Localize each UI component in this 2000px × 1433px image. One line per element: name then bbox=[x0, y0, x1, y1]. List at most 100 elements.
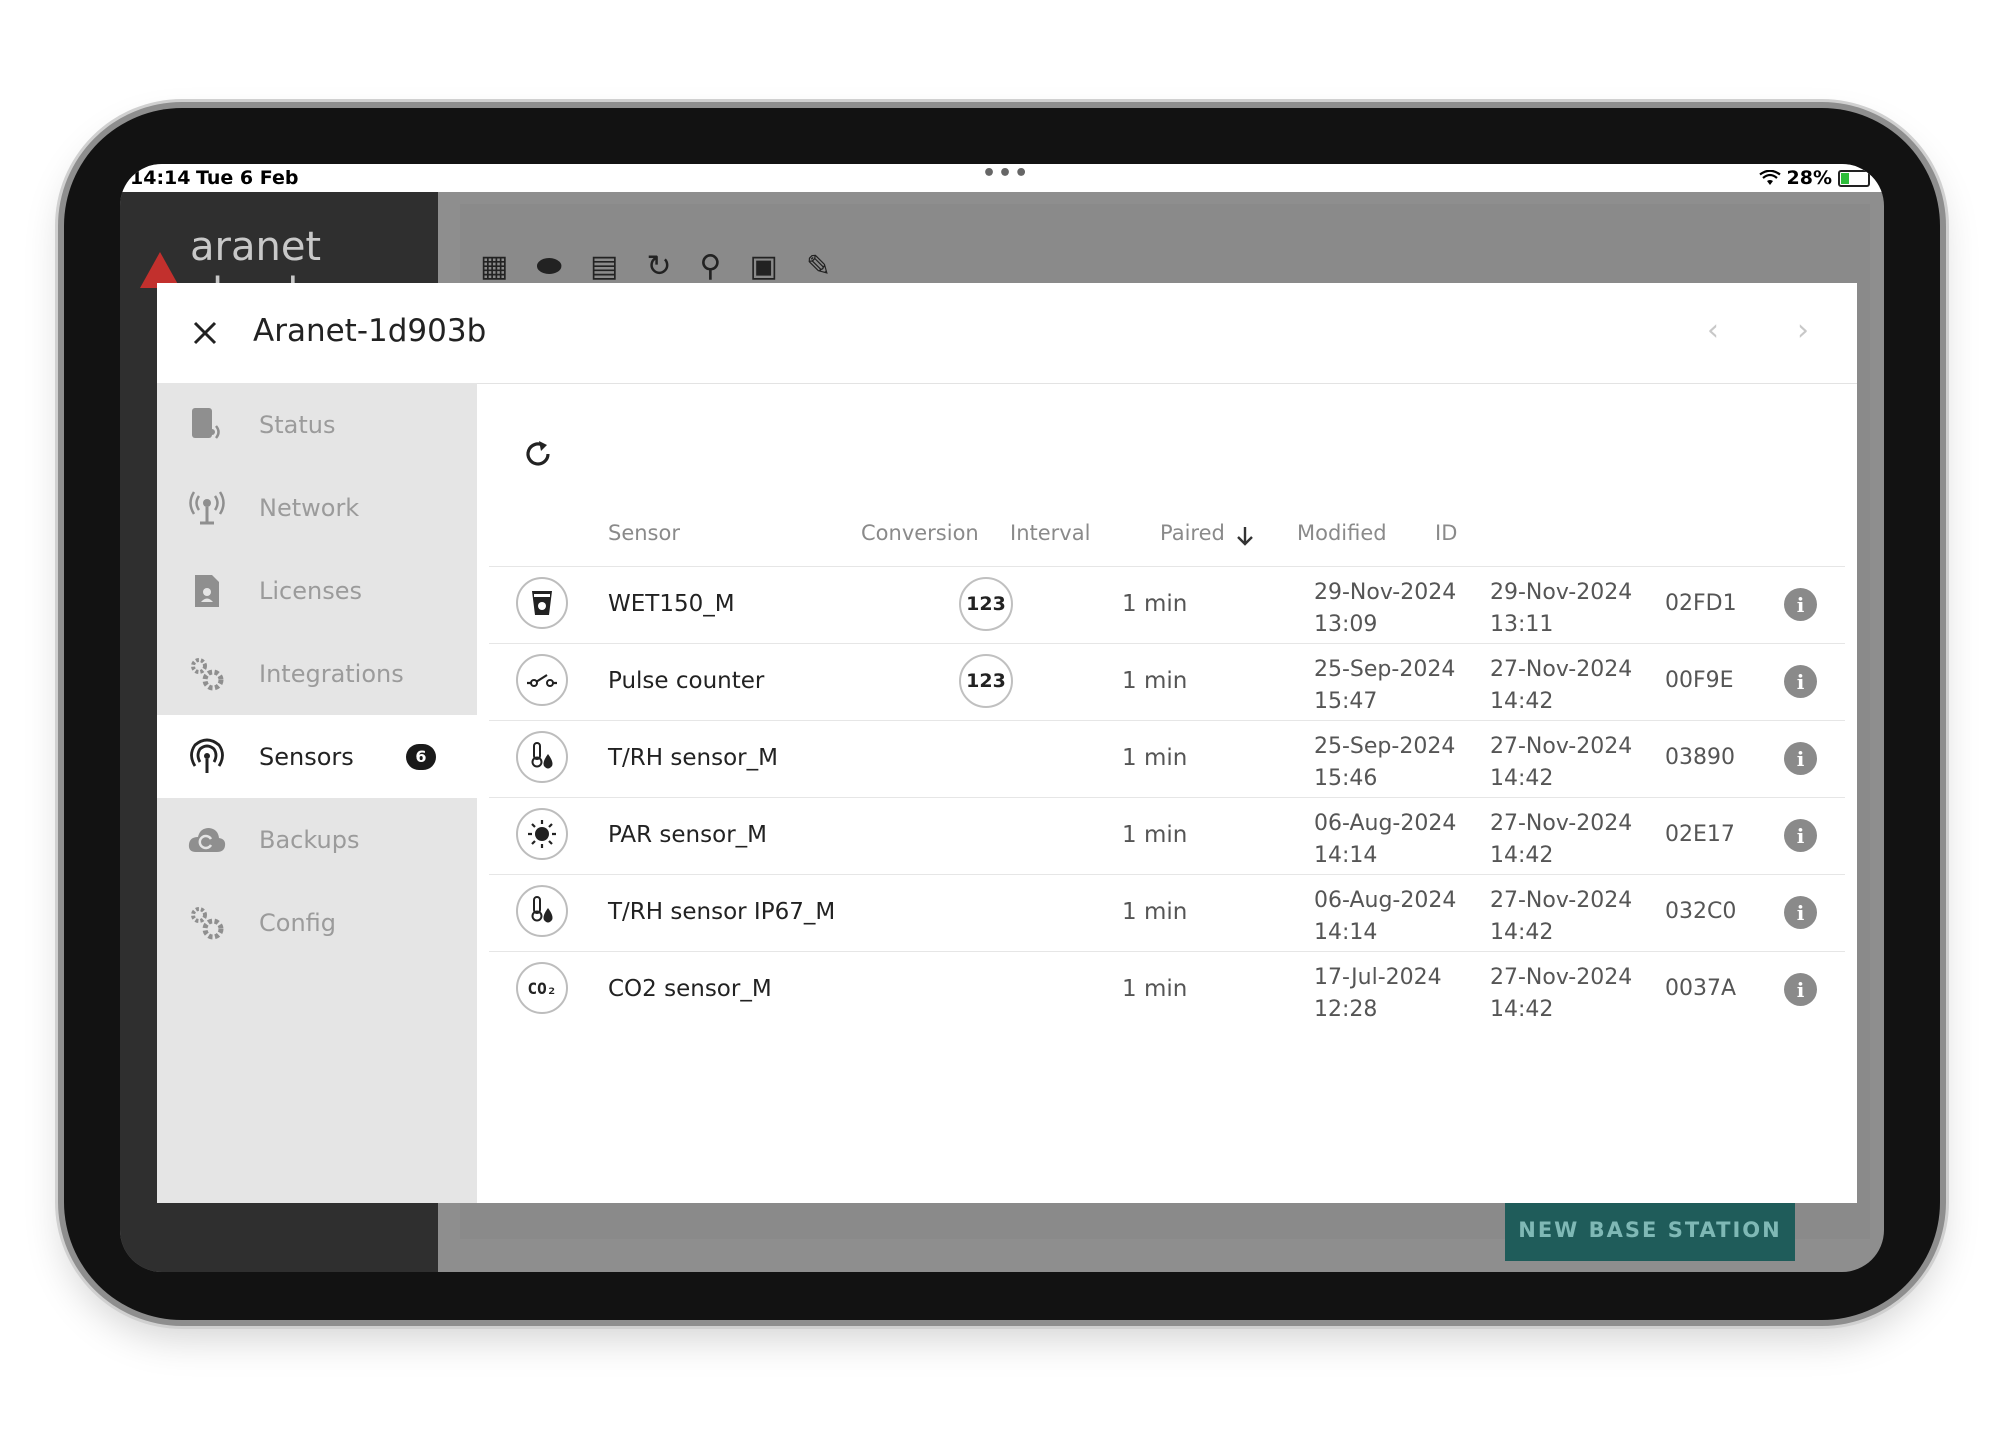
network-icon bbox=[187, 488, 227, 528]
sidebar-item-config[interactable]: Config bbox=[157, 881, 477, 964]
grid-icon[interactable]: ▤ bbox=[590, 249, 618, 284]
battery-fill bbox=[1841, 172, 1849, 184]
close-icon[interactable] bbox=[187, 315, 223, 351]
interval-value: 1 min bbox=[1122, 745, 1188, 771]
arrow-down-icon bbox=[1237, 527, 1253, 546]
status-icon bbox=[187, 405, 227, 445]
sidebar-item-status[interactable]: Status bbox=[157, 383, 477, 466]
table-row[interactable]: WET150_M 123 1 min 29-Nov-2024 13:09 29-N… bbox=[489, 566, 1845, 644]
info-icon[interactable]: i bbox=[1784, 665, 1817, 698]
paired-date-day: 17-Jul-2024 bbox=[1314, 965, 1442, 990]
sensor-name: T/RH sensor_M bbox=[608, 745, 778, 771]
modified-date: 27-Nov-2024 14:42 bbox=[1490, 808, 1632, 872]
view-toggle-icon[interactable]: ⬬ bbox=[536, 249, 562, 284]
table-row[interactable]: PAR sensor_M 1 min 06-Aug-2024 14:14 27-N… bbox=[489, 797, 1845, 875]
table-row[interactable]: CO₂ CO2 sensor_M 1 min 17-Jul-2024 12:28 … bbox=[489, 951, 1845, 1029]
modified-date-day: 27-Nov-2024 bbox=[1490, 734, 1633, 759]
sun-par-icon bbox=[516, 808, 568, 860]
modified-date-day: 27-Nov-2024 bbox=[1490, 811, 1633, 836]
sidebar-item-integrations[interactable]: Integrations bbox=[157, 632, 477, 715]
tablet-screen: 14:14 Tue 6 Feb ••• 28% aranet cloud ▦ ⬬… bbox=[120, 164, 1884, 1272]
modified-date-day: 27-Nov-2024 bbox=[1490, 657, 1633, 682]
sensor-id: 0037A bbox=[1665, 976, 1737, 1001]
modified-date-time: 14:42 bbox=[1490, 843, 1554, 868]
sidebar-item-network[interactable]: Network bbox=[157, 466, 477, 549]
modified-date: 27-Nov-2024 14:42 bbox=[1490, 885, 1632, 949]
paired-date: 06-Aug-2024 14:14 bbox=[1314, 885, 1456, 949]
info-icon[interactable]: i bbox=[1784, 588, 1817, 621]
modified-date-time: 14:42 bbox=[1490, 997, 1554, 1022]
status-time: 14:14 bbox=[130, 167, 191, 189]
sidebar-item-backups[interactable]: Backups bbox=[157, 798, 477, 881]
sidebar-item-label: Config bbox=[259, 908, 337, 937]
paired-date-day: 25-Sep-2024 bbox=[1314, 657, 1456, 682]
modified-date-time: 14:42 bbox=[1490, 920, 1554, 945]
sidebar-item-licenses[interactable]: Licenses bbox=[157, 549, 477, 632]
chevron-right-icon[interactable]: › bbox=[1797, 313, 1809, 348]
sidebar-item-label: Status bbox=[259, 410, 336, 439]
sensor-id: 02E17 bbox=[1665, 822, 1735, 847]
new-base-station-button[interactable]: NEW BASE STATION bbox=[1505, 1199, 1795, 1261]
modified-date-time: 13:11 bbox=[1490, 612, 1554, 637]
status-right: 28% bbox=[1758, 167, 1870, 189]
sensor-id: 032C0 bbox=[1665, 899, 1737, 924]
tag-icon[interactable]: ✎ bbox=[806, 249, 831, 284]
paired-date-time: 14:14 bbox=[1314, 843, 1378, 868]
integrations-icon bbox=[187, 654, 227, 694]
conversion-123-icon[interactable]: 123 bbox=[959, 577, 1013, 631]
paired-date: 25-Sep-2024 15:46 bbox=[1314, 731, 1455, 795]
battery-icon bbox=[1838, 169, 1870, 187]
sidebar-item-sensors[interactable]: Sensors 6 bbox=[157, 715, 477, 798]
app-toolbar: ▦ ⬬ ▤ ↻ ⚲ ▣ ✎ bbox=[480, 249, 831, 284]
co2-icon-text: CO₂ bbox=[527, 978, 557, 998]
sidebar-item-label: Integrations bbox=[259, 659, 404, 688]
paired-date: 29-Nov-2024 13:09 bbox=[1314, 577, 1456, 641]
column-header-paired-label: Paired bbox=[1160, 521, 1225, 545]
paired-date-time: 12:28 bbox=[1314, 997, 1378, 1022]
table-row[interactable]: Pulse counter 123 1 min 25-Sep-2024 15:47… bbox=[489, 643, 1845, 721]
temp-humidity-icon bbox=[516, 885, 568, 937]
sensor-name: WET150_M bbox=[608, 591, 735, 617]
sensors-panel: Sensor Conversion Interval Paired Modifi… bbox=[477, 383, 1857, 1203]
column-header-id[interactable]: ID bbox=[1435, 521, 1457, 545]
sidebar-item-label: Backups bbox=[259, 825, 360, 854]
sensor-name: CO2 sensor_M bbox=[608, 976, 772, 1002]
paired-date-time: 13:09 bbox=[1314, 612, 1378, 637]
refresh-icon[interactable] bbox=[521, 437, 561, 477]
paired-date-time: 14:14 bbox=[1314, 920, 1378, 945]
modified-date: 27-Nov-2024 14:42 bbox=[1490, 731, 1632, 795]
modified-date-day: 27-Nov-2024 bbox=[1490, 888, 1633, 913]
config-icon bbox=[187, 903, 227, 943]
ios-status-bar: 14:14 Tue 6 Feb ••• 28% bbox=[120, 164, 1884, 192]
column-header-conversion[interactable]: Conversion bbox=[861, 521, 979, 545]
interval-value: 1 min bbox=[1122, 822, 1188, 848]
column-header-paired[interactable]: Paired bbox=[1160, 521, 1225, 545]
table-row[interactable]: T/RH sensor_M 1 min 25-Sep-2024 15:46 27-… bbox=[489, 720, 1845, 798]
sensor-name: Pulse counter bbox=[608, 668, 765, 694]
panel-icon[interactable]: ▣ bbox=[749, 249, 777, 284]
dashboard-icon[interactable]: ▦ bbox=[480, 249, 508, 284]
sensor-id: 03890 bbox=[1665, 745, 1735, 770]
sidebar-item-label: Sensors bbox=[259, 742, 354, 771]
refresh-toolbar-icon[interactable]: ↻ bbox=[646, 249, 671, 284]
info-icon[interactable]: i bbox=[1784, 819, 1817, 852]
paired-date-day: 06-Aug-2024 bbox=[1314, 811, 1457, 836]
table-row[interactable]: T/RH sensor IP67_M 1 min 06-Aug-2024 14:1… bbox=[489, 874, 1845, 952]
license-icon bbox=[187, 571, 227, 611]
column-header-modified[interactable]: Modified bbox=[1297, 521, 1387, 545]
search-icon[interactable]: ⚲ bbox=[699, 249, 721, 284]
column-header-sensor[interactable]: Sensor bbox=[608, 521, 680, 545]
paired-date-day: 25-Sep-2024 bbox=[1314, 734, 1456, 759]
info-icon[interactable]: i bbox=[1784, 973, 1817, 1006]
modal-sidebar: Status Network Licenses Integrations Sen… bbox=[157, 383, 477, 1203]
multitask-dots-icon[interactable]: ••• bbox=[982, 164, 1030, 186]
conversion-123-icon[interactable]: 123 bbox=[959, 654, 1013, 708]
info-icon[interactable]: i bbox=[1784, 896, 1817, 929]
interval-value: 1 min bbox=[1122, 899, 1188, 925]
sensor-count-badge: 6 bbox=[406, 743, 436, 770]
chevron-left-icon[interactable]: ‹ bbox=[1707, 313, 1719, 348]
column-header-interval[interactable]: Interval bbox=[1010, 521, 1090, 545]
battery-percent: 28% bbox=[1786, 167, 1832, 189]
info-icon[interactable]: i bbox=[1784, 742, 1817, 775]
base-station-modal: Aranet-1d903b ‹ › Status Network License… bbox=[157, 283, 1857, 1203]
